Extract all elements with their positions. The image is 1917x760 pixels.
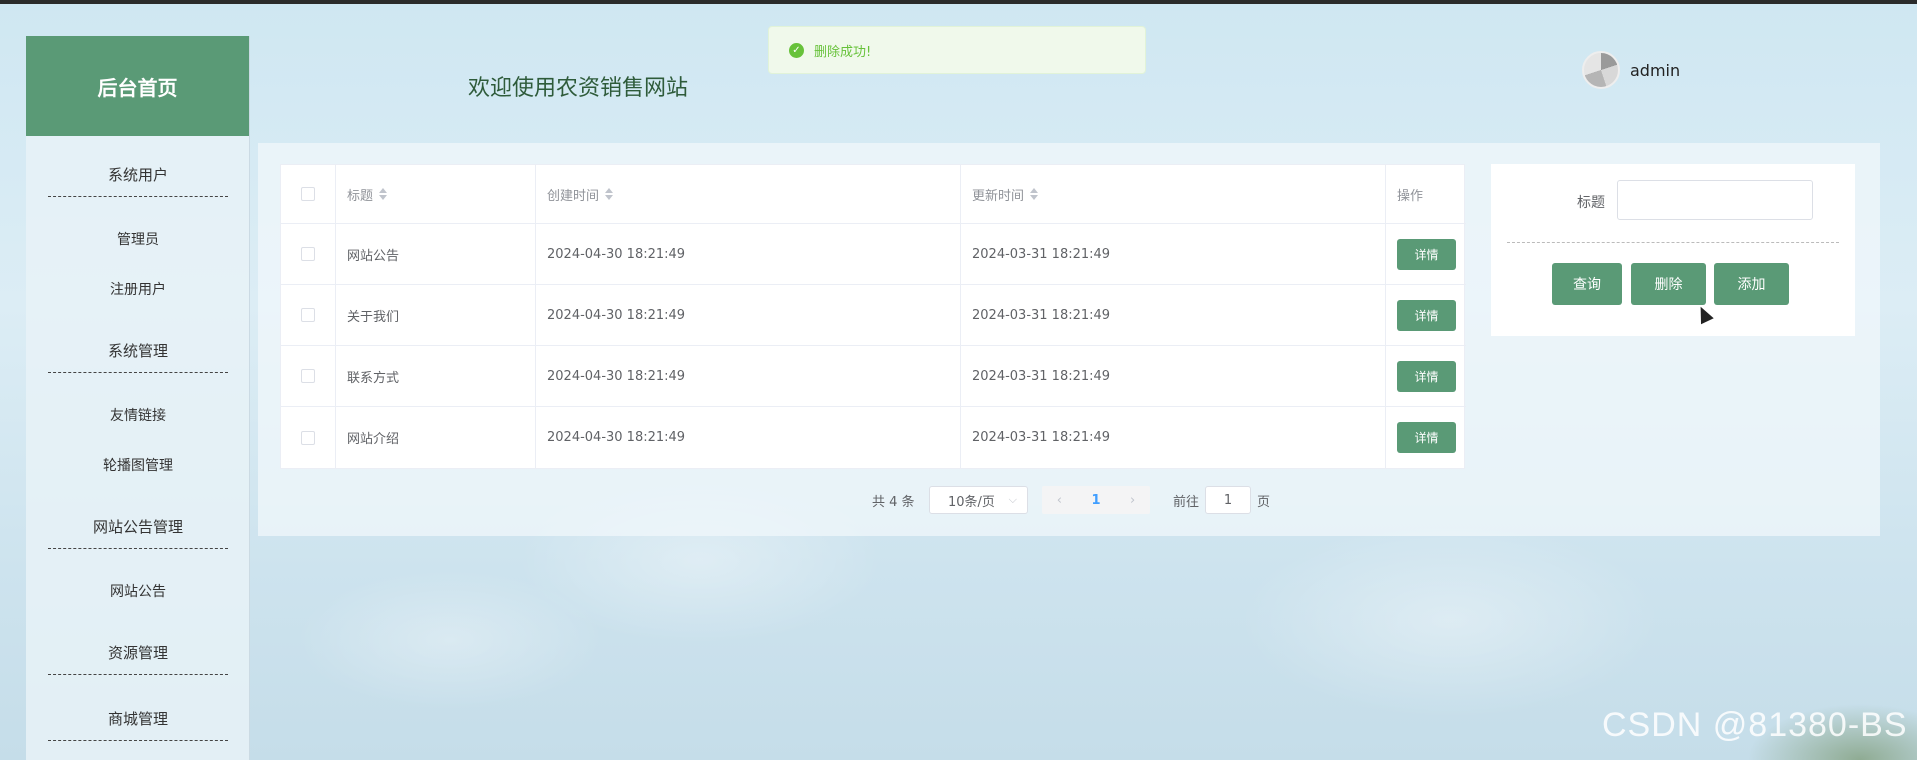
goto-prefix: 前往 bbox=[1173, 494, 1200, 510]
header-select-cell bbox=[281, 165, 336, 223]
cell-title: 网站介绍 bbox=[336, 407, 536, 468]
detail-button[interactable]: 详情 bbox=[1397, 238, 1456, 270]
sidebar-brand-home[interactable]: 后台首页 bbox=[26, 36, 249, 136]
row-checkbox[interactable] bbox=[301, 308, 315, 322]
menu-item-admin[interactable]: 管理员 bbox=[26, 229, 250, 249]
menu-divider bbox=[48, 674, 228, 675]
search-panel: 标题 查询 删除 添加 bbox=[1491, 164, 1855, 336]
sidebar-menu: 系统用户 管理员 注册用户 系统管理 友情链接 轮播图管理 网站公告管理 网站公… bbox=[26, 136, 249, 760]
detail-button[interactable]: 详情 bbox=[1397, 422, 1456, 453]
check-circle-icon: ✓ bbox=[789, 42, 804, 58]
sort-icon[interactable] bbox=[1030, 188, 1039, 200]
menu-item-carousel[interactable]: 轮播图管理 bbox=[26, 455, 250, 475]
column-header-actions: 操作 bbox=[1386, 165, 1466, 223]
sort-icon[interactable] bbox=[605, 188, 614, 200]
cell-title: 关于我们 bbox=[336, 285, 536, 345]
title-filter-input[interactable] bbox=[1617, 180, 1813, 220]
column-header-label: 更新时间 bbox=[972, 188, 1025, 204]
cell-updated: 2024-03-31 18:21:49 bbox=[961, 224, 1386, 284]
page-number-current[interactable]: 1 bbox=[1091, 493, 1100, 508]
page-title: 欢迎使用农资销售网站 bbox=[468, 76, 689, 101]
cell-actions: 详情 bbox=[1386, 346, 1466, 406]
table-header-row: 标题 创建时间 更新时间 操作 bbox=[281, 165, 1466, 224]
cell-created: 2024-04-30 18:21:49 bbox=[536, 285, 961, 345]
detail-button[interactable]: 详情 bbox=[1397, 360, 1456, 392]
cell-created: 2024-04-30 18:21:49 bbox=[536, 346, 961, 406]
cell-title: 网站公告 bbox=[336, 224, 536, 284]
user-menu[interactable]: admin bbox=[1582, 51, 1680, 89]
goto-page-input[interactable]: 1 bbox=[1205, 486, 1252, 514]
watermark: CSDN @81380-BS bbox=[1602, 706, 1908, 744]
sort-icon[interactable] bbox=[379, 188, 388, 200]
select-all-checkbox[interactable] bbox=[301, 187, 315, 201]
column-header-title[interactable]: 标题 bbox=[336, 165, 536, 223]
next-page-icon[interactable]: › bbox=[1130, 493, 1135, 508]
pager-controls: ‹ 1 › bbox=[1042, 486, 1150, 514]
add-button[interactable]: 添加 bbox=[1714, 263, 1789, 305]
success-toast: ✓ 删除成功! bbox=[768, 26, 1146, 74]
cell-title: 联系方式 bbox=[336, 346, 536, 406]
column-header-created[interactable]: 创建时间 bbox=[536, 165, 961, 223]
avatar[interactable] bbox=[1582, 51, 1620, 89]
menu-group-shop-management[interactable]: 商城管理 bbox=[26, 708, 250, 729]
menu-group-notice-management[interactable]: 网站公告管理 bbox=[26, 516, 250, 537]
cell-updated: 2024-03-31 18:21:49 bbox=[961, 285, 1386, 345]
notice-table: 标题 创建时间 更新时间 操作 网站公告 2024-04-30 18:21:49… bbox=[280, 164, 1466, 469]
menu-item-friend-links[interactable]: 友情链接 bbox=[26, 405, 250, 425]
cell-actions: 详情 bbox=[1386, 285, 1466, 345]
cell-updated: 2024-03-31 18:21:49 bbox=[961, 407, 1386, 468]
menu-item-registered-users[interactable]: 注册用户 bbox=[26, 279, 250, 299]
table-row: 关于我们 2024-04-30 18:21:49 2024-03-31 18:2… bbox=[281, 285, 1466, 346]
menu-divider bbox=[48, 372, 228, 373]
row-select-cell bbox=[281, 407, 336, 468]
row-checkbox[interactable] bbox=[301, 369, 315, 383]
menu-divider bbox=[48, 548, 228, 549]
row-checkbox[interactable] bbox=[301, 430, 315, 445]
column-header-label: 操作 bbox=[1397, 188, 1424, 204]
search-divider bbox=[1507, 242, 1839, 243]
sidebar: 后台首页 系统用户 管理员 注册用户 系统管理 友情链接 轮播图管理 网站公告管… bbox=[26, 36, 250, 760]
prev-page-icon[interactable]: ‹ bbox=[1057, 493, 1062, 508]
menu-divider bbox=[48, 740, 228, 741]
row-select-cell bbox=[281, 285, 336, 345]
column-header-label: 标题 bbox=[347, 188, 374, 204]
cell-created: 2024-04-30 18:21:49 bbox=[536, 224, 961, 284]
window-top-border bbox=[0, 0, 1917, 4]
query-button[interactable]: 查询 bbox=[1552, 263, 1622, 305]
cell-actions: 详情 bbox=[1386, 407, 1466, 468]
goto-suffix: 页 bbox=[1257, 494, 1271, 510]
column-header-label: 创建时间 bbox=[547, 188, 600, 204]
menu-divider bbox=[48, 196, 228, 197]
page-size-value: 10条/页 bbox=[948, 494, 995, 510]
menu-group-resource-management[interactable]: 资源管理 bbox=[26, 642, 250, 663]
table-row: 网站公告 2024-04-30 18:21:49 2024-03-31 18:2… bbox=[281, 224, 1466, 285]
row-select-cell bbox=[281, 346, 336, 406]
menu-group-system-management[interactable]: 系统管理 bbox=[26, 340, 250, 361]
table-row: 联系方式 2024-04-30 18:21:49 2024-03-31 18:2… bbox=[281, 346, 1466, 407]
title-filter-label: 标题 bbox=[1577, 195, 1605, 211]
chevron-down-icon: ⌵ bbox=[1008, 493, 1017, 506]
pagination-jumper: 前往 1 页 bbox=[1173, 486, 1270, 514]
delete-button[interactable]: 删除 bbox=[1631, 263, 1706, 305]
table-row: 网站介绍 2024-04-30 18:21:49 2024-03-31 18:2… bbox=[281, 407, 1466, 468]
menu-item-notice[interactable]: 网站公告 bbox=[26, 581, 250, 601]
cell-actions: 详情 bbox=[1386, 224, 1466, 284]
page-size-select[interactable]: 10条/页 ⌵ bbox=[929, 486, 1028, 514]
username: admin bbox=[1630, 60, 1681, 80]
pagination-total: 共 4 条 bbox=[872, 494, 915, 510]
cell-updated: 2024-03-31 18:21:49 bbox=[961, 346, 1386, 406]
row-select-cell bbox=[281, 224, 336, 284]
detail-button[interactable]: 详情 bbox=[1397, 299, 1456, 331]
column-header-updated[interactable]: 更新时间 bbox=[961, 165, 1386, 223]
menu-group-system-users[interactable]: 系统用户 bbox=[26, 164, 250, 185]
row-checkbox[interactable] bbox=[301, 247, 315, 261]
toast-message: 删除成功! bbox=[814, 44, 872, 60]
cell-created: 2024-04-30 18:21:49 bbox=[536, 407, 961, 468]
